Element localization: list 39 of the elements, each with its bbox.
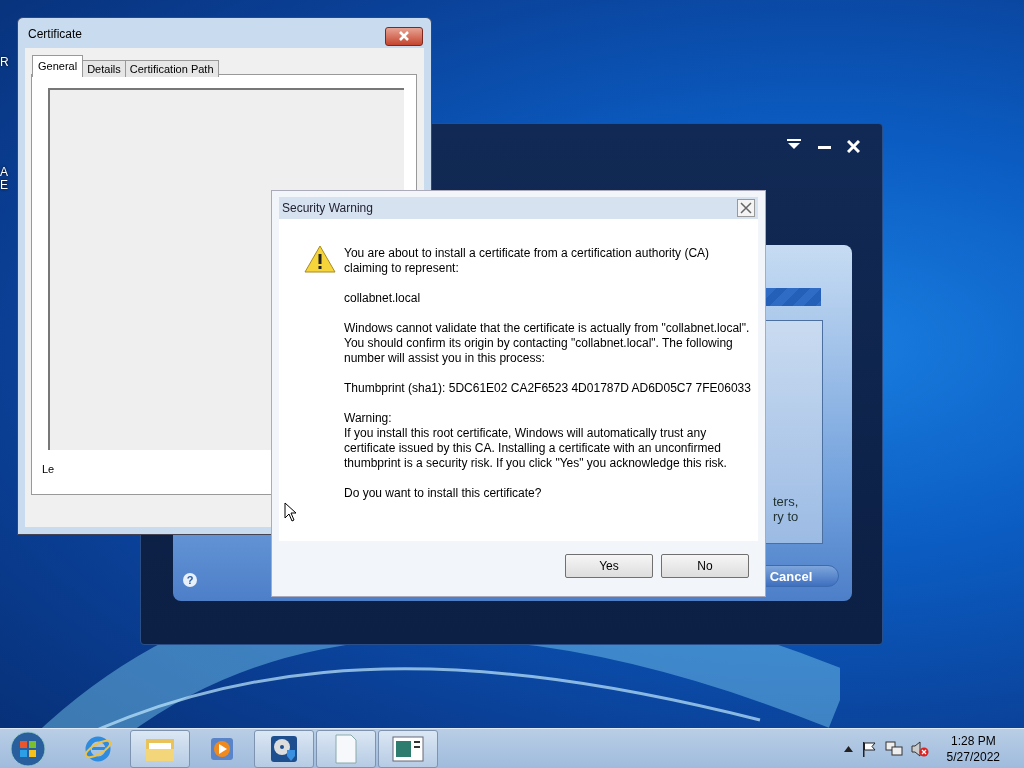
- taskbar-button[interactable]: [316, 729, 376, 768]
- dialog-text: Warning: If you install this root certificate, Windows will automatically trust any certificate issued by this CA. Installing a certificate with an unconfirmed thumbprint is a security risk. If you click "Yes" you acknowledge this risk.: [344, 411, 728, 471]
- disc-shield-icon: [269, 733, 299, 764]
- installer-text: ry to: [773, 509, 799, 524]
- close-icon[interactable]: [385, 27, 423, 46]
- dialog-text: Thumbprint (sha1): 5DC61E02 CA2F6523 4D01787D AD6D05C7 7FE06033: [344, 381, 751, 396]
- play-icon: [209, 735, 235, 762]
- tab[interactable]: Certification Path: [124, 60, 219, 77]
- dialog-text: Do you want to install this certificate?: [344, 486, 542, 501]
- blank-page-icon: [334, 733, 358, 764]
- cursor-icon: [284, 502, 298, 522]
- warning-icon: [304, 245, 336, 273]
- network-icon[interactable]: [884, 740, 903, 757]
- dialog-text: Windows cannot validate that the certificate is actually from "collabnet.local". You should confirm its origin by contacting "collabnet.local". The following number will assist you in this process:: [344, 321, 751, 366]
- dialog-button[interactable]: No: [661, 554, 749, 578]
- clock-date: 5/27/2022: [946, 748, 1000, 765]
- dialog-text: You are about to install a certificate from a certification authority (CA) claiming to represent:: [344, 246, 711, 276]
- taskbar-button[interactable]: [378, 729, 438, 768]
- dialog-title: Security Warning: [282, 201, 373, 215]
- taskbar-button[interactable]: [130, 729, 190, 768]
- desktop-icon-label[interactable]: A: [0, 165, 8, 179]
- window-title: Certificate: [28, 27, 83, 41]
- dropdown-icon[interactable]: [787, 139, 801, 149]
- clock[interactable]: 1:28 PM 5/27/2022: [946, 732, 1000, 765]
- installer-text: ters,: [773, 494, 799, 509]
- clock-time: 1:28 PM: [950, 732, 996, 749]
- taskbar-button[interactable]: [254, 729, 314, 768]
- desktop-icon-label[interactable]: E: [0, 178, 8, 192]
- flag-icon[interactable]: [860, 740, 877, 757]
- tab[interactable]: General: [32, 55, 84, 77]
- app-window-icon: [392, 735, 424, 762]
- dialog-text: collabnet.local: [344, 291, 421, 306]
- tab[interactable]: Details: [82, 60, 126, 77]
- speaker-muted-icon[interactable]: [910, 740, 929, 757]
- help-button[interactable]: ?: [183, 573, 197, 587]
- desktop-icon-label[interactable]: R: [0, 55, 9, 69]
- panel-text: Le: [42, 463, 55, 475]
- dialog-button[interactable]: Yes: [565, 554, 653, 578]
- show-hidden-icons-caret-icon[interactable]: [843, 745, 853, 752]
